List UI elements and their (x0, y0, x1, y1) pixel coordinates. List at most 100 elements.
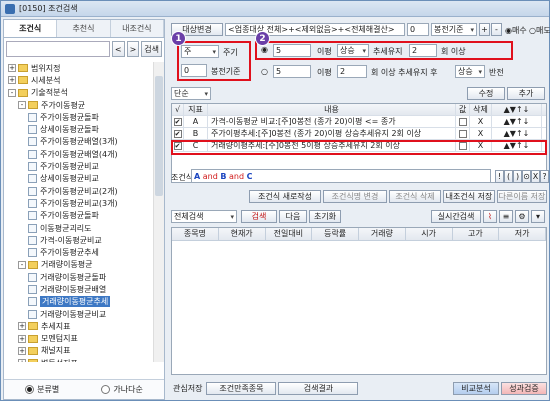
tree-node[interactable]: 가격-이동평균비교 (4, 234, 154, 246)
tree-node[interactable]: + 채널지표 (4, 345, 154, 357)
tree-node[interactable]: 거래량이동평균추세 (4, 296, 154, 308)
row-order-arrows[interactable]: ▲▼↑↓ (492, 116, 542, 127)
opt3-direction-dropdown[interactable]: 상승 (455, 65, 485, 78)
compare-analysis-button[interactable]: 비교분석 (453, 381, 499, 395)
tree-node[interactable]: + 범위지정 (4, 62, 154, 74)
row-delete-button[interactable]: X (470, 116, 492, 127)
tree-node[interactable]: 주가이동평균배열(4개) (4, 148, 154, 160)
period-dropdown[interactable]: 주 (181, 45, 219, 58)
ma-type-dropdown[interactable]: 단순 (171, 87, 211, 100)
opt3-days-field[interactable]: 5 (273, 65, 311, 78)
tree-node[interactable]: + 추세지표 (4, 320, 154, 332)
grid-row[interactable]: ✔ B 주가이평추세:[주]0봉전 (종가 20)이평 상승추세유지 2회 이상 X ▲… (172, 128, 546, 140)
radio-by-category[interactable]: 분류별 (25, 384, 59, 395)
checkbox-empty-icon[interactable] (458, 129, 467, 138)
search-button[interactable]: 검색 (241, 210, 277, 223)
expand-icon[interactable]: + (8, 64, 16, 73)
tree-search-button[interactable]: 검색 (141, 41, 162, 57)
tree-node[interactable]: 주가이동평균비교(3개) (4, 197, 154, 209)
tree-node[interactable]: 주가이동평균배열(3개) (4, 136, 154, 148)
operator-button[interactable]: ( (504, 170, 513, 183)
menu-icon[interactable]: ≡ (499, 210, 513, 223)
performance-check-button[interactable]: 성과검증 (501, 381, 547, 395)
tree-node[interactable]: + 시세분석 (4, 74, 154, 86)
edit-button[interactable]: 수정 (467, 87, 505, 100)
tree-scrollbar[interactable] (153, 62, 164, 362)
row-checkbox[interactable]: ✔ (172, 116, 184, 127)
dropdown-icon[interactable]: ▾ (531, 210, 545, 223)
new-condition-button[interactable]: 조건식 새로작성 (249, 190, 321, 203)
expand-icon[interactable]: + (18, 322, 26, 331)
delete-condition-button[interactable]: 조건식 삭제 (389, 190, 441, 203)
next-icon[interactable]: > (126, 41, 140, 57)
opt2-count-field[interactable]: 2 (409, 44, 437, 57)
operator-button[interactable]: ⊙ (522, 170, 531, 183)
opt1-bong-field[interactable]: 0 (181, 64, 207, 77)
condition-expression-field[interactable]: A and B and C (191, 169, 491, 183)
remove-small-button[interactable]: - (491, 23, 502, 36)
buy-radio[interactable]: ◉매수 (505, 25, 527, 36)
expand-icon[interactable]: + (18, 359, 26, 362)
scroll-thumb[interactable] (155, 76, 163, 196)
tree-node[interactable]: 주가이동평균돌파 (4, 210, 154, 222)
opt2-days-field[interactable]: 5 (273, 44, 311, 57)
prev-icon[interactable]: < (111, 41, 125, 57)
tree-node[interactable]: - 기술적분석 (4, 87, 154, 99)
collapse-icon[interactable]: - (18, 260, 26, 269)
bong-basis-dropdown[interactable]: 봉전기준 (431, 23, 477, 36)
results-col-header[interactable]: 종목명 (172, 228, 219, 240)
tree-search-input[interactable] (6, 41, 110, 57)
tree-node[interactable]: 주가이동평균비교(2개) (4, 185, 154, 197)
tab-conditions[interactable]: 조건식 (4, 20, 58, 37)
search-scope-dropdown[interactable]: 전체검색 (171, 210, 237, 223)
save-as-button[interactable]: 다른이름 저장 (497, 190, 547, 203)
radio-alphabetical[interactable]: 가나다순 (101, 384, 143, 395)
next-button[interactable]: 다음 (279, 210, 307, 223)
gear-icon[interactable]: ⚙ (515, 210, 529, 223)
search-results-button[interactable]: 검색결과 (278, 381, 359, 395)
expand-icon[interactable]: + (18, 334, 26, 343)
checkbox-empty-icon[interactable] (458, 117, 467, 126)
opt3-radio[interactable]: ○ (261, 67, 268, 76)
expand-icon[interactable]: + (8, 76, 16, 85)
tree-node[interactable]: 상세이동평균비교 (4, 173, 154, 185)
add-button[interactable]: 추가 (507, 87, 545, 100)
results-col-header[interactable]: 등락률 (312, 228, 359, 240)
tree-node[interactable]: + 모멘텀지표 (4, 333, 154, 345)
tree-node[interactable]: - 주가이동평균 (4, 99, 154, 111)
results-col-header[interactable]: 시가 (406, 228, 453, 240)
rename-condition-button[interactable]: 조건식명 변경 (323, 190, 387, 203)
grid-row[interactable]: ✔ A 가격-이동평균 비교:[주]0봉전 (종가 20)이평 <= 종가 X ▲▼↑↓ (172, 116, 546, 128)
operator-button[interactable]: X (531, 170, 540, 183)
results-col-header[interactable]: 현재가 (219, 228, 266, 240)
tree-node[interactable]: 이동평균괴리도 (4, 222, 154, 234)
sell-radio[interactable]: ○매도 (529, 25, 550, 36)
tab-recommended[interactable]: 추천식 (57, 20, 111, 37)
tree-node[interactable]: - 거래량이동평균 (4, 259, 154, 271)
tree-node[interactable]: 주가이동평균추세 (4, 246, 154, 258)
operator-button[interactable]: ? (540, 170, 549, 183)
tree-node[interactable]: 주가이동평균돌파 (4, 111, 154, 123)
tree-node[interactable]: 거래량이동평균비교 (4, 308, 154, 320)
results-col-header[interactable]: 거래량 (359, 228, 406, 240)
collapse-icon[interactable]: - (18, 101, 26, 110)
tab-my-conditions[interactable]: 내조건식 (110, 20, 164, 37)
tree-node[interactable]: 상세이동평균돌파 (4, 123, 154, 135)
checkbox-checked-icon[interactable]: ✔ (173, 117, 182, 126)
opt2-radio[interactable]: ◉ (261, 45, 268, 54)
reset-button[interactable]: 초기화 (309, 210, 341, 223)
operator-button[interactable]: ) (513, 170, 522, 183)
results-col-header[interactable]: 전일대비 (266, 228, 313, 240)
row-delete-button[interactable]: X (470, 128, 492, 139)
tree-node[interactable]: + 변동성지표 (4, 357, 154, 362)
tree-node[interactable]: 거래량이동평균배열 (4, 283, 154, 295)
chart-icon[interactable]: ⌇ (483, 210, 497, 223)
row-value-checkbox[interactable] (456, 116, 470, 127)
realtime-search-button[interactable]: 실시간검색 (431, 210, 481, 223)
expand-icon[interactable]: + (18, 346, 26, 355)
checkbox-checked-icon[interactable]: ✔ (173, 129, 182, 138)
row-order-arrows[interactable]: ▲▼↑↓ (492, 128, 542, 139)
operator-button[interactable]: ! (495, 170, 504, 183)
row-checkbox[interactable]: ✔ (172, 128, 184, 139)
collapse-icon[interactable]: - (8, 88, 16, 97)
